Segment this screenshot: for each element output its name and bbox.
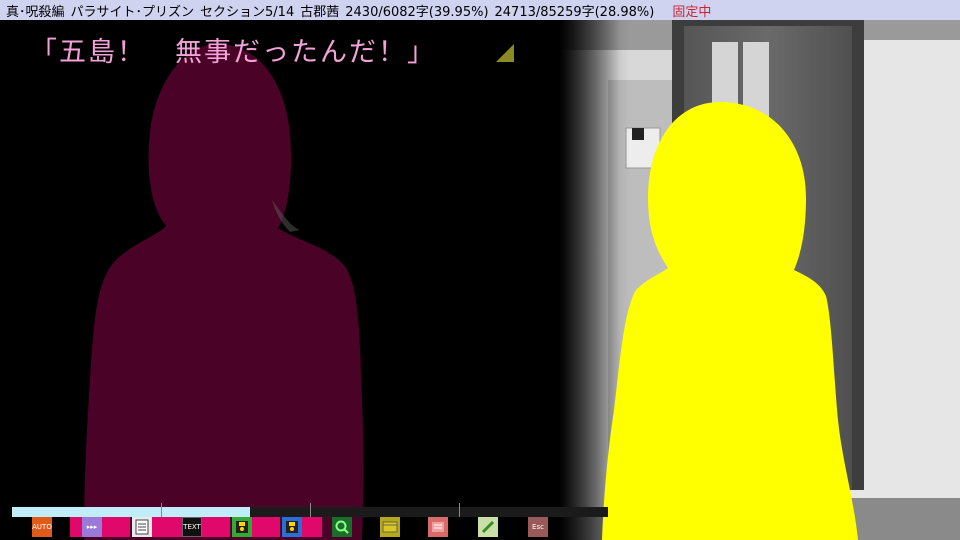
location-name: パラサイト･プリズン bbox=[70, 4, 195, 20]
reading-progress-bar[interactable] bbox=[12, 503, 608, 517]
toolbar-segment bbox=[152, 517, 182, 537]
auto-button[interactable]: AUTO bbox=[32, 517, 52, 537]
log-button[interactable] bbox=[132, 517, 152, 537]
search-icon bbox=[335, 520, 349, 534]
skip-button[interactable]: ▸▸▸ bbox=[82, 517, 102, 537]
continue-arrow-icon[interactable] bbox=[494, 42, 516, 64]
chapter-name: 真･呪殺編 bbox=[6, 4, 65, 20]
save-button[interactable] bbox=[232, 517, 252, 537]
total-progress: 24713/85259字(28.98%) bbox=[494, 4, 655, 20]
dialogue-text: 「五島！ 無事だったんだ！」 bbox=[30, 37, 436, 68]
section-progress: 2430/6082字(39.95%) bbox=[345, 4, 489, 20]
fixed-status: 固定中 bbox=[672, 4, 712, 20]
search-button[interactable] bbox=[332, 517, 352, 537]
reading-progress-fill bbox=[12, 507, 251, 517]
text-button[interactable]: TEXT bbox=[182, 517, 202, 537]
load-icon bbox=[286, 521, 298, 533]
config-icon bbox=[432, 522, 444, 532]
edit-button[interactable] bbox=[478, 517, 498, 537]
toolbar-segment bbox=[250, 517, 280, 537]
text-icon: TEXT bbox=[183, 523, 201, 531]
save-icon bbox=[236, 521, 248, 533]
exit-icon: Esc bbox=[532, 523, 544, 531]
exit-button[interactable]: Esc bbox=[528, 517, 548, 537]
skip-icon: ▸▸▸ bbox=[86, 523, 98, 531]
edit-icon bbox=[481, 520, 495, 534]
title-bar: 真･呪殺編 パラサイト･プリズン セクション5/14 古郡茜 2430/6082… bbox=[0, 0, 960, 20]
toolbar-segment bbox=[200, 517, 230, 537]
auto-icon: AUTO bbox=[32, 523, 52, 531]
config-button[interactable] bbox=[428, 517, 448, 537]
character-name: 古郡茜 bbox=[300, 4, 340, 20]
load-button[interactable] bbox=[282, 517, 302, 537]
log-icon bbox=[135, 519, 149, 535]
window-icon bbox=[382, 521, 398, 533]
toolbar: AUTO ▸▸▸ TEXT Esc bbox=[12, 503, 608, 540]
window-button[interactable] bbox=[380, 517, 400, 537]
section-indicator: セクション5/14 bbox=[200, 4, 295, 20]
game-scene[interactable] bbox=[0, 20, 960, 540]
